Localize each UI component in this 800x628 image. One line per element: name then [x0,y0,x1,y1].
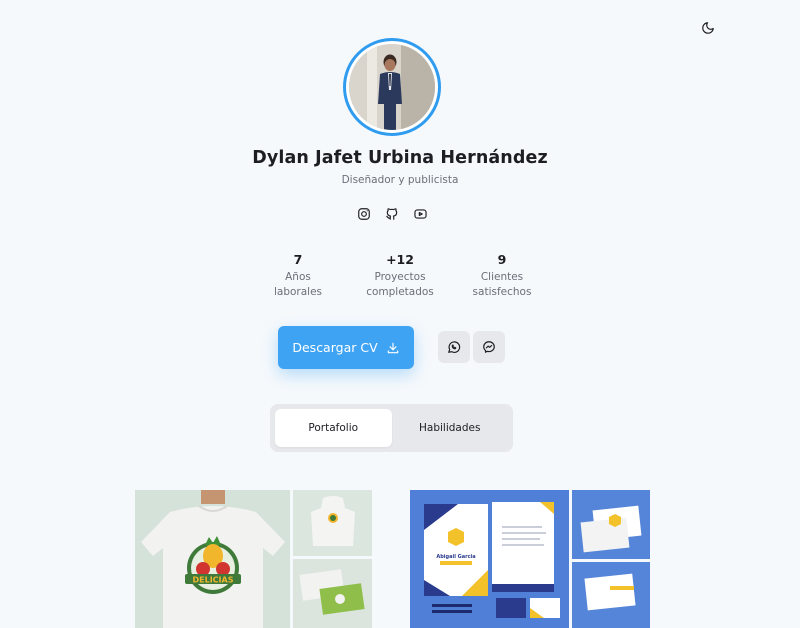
portfolio-item-delicias[interactable]: DELICIAS [135,490,372,628]
dark-mode-toggle[interactable] [697,17,719,39]
portfolio-thumbnail: Abigail Garcia [410,490,650,628]
download-icon [387,342,398,353]
youtube-link[interactable] [412,206,428,222]
youtube-icon [413,209,427,219]
instagram-link[interactable] [356,206,372,222]
avatar-photo [349,44,435,130]
stat-label: Clientes satisfechos [472,271,532,298]
whatsapp-icon [448,341,461,353]
moon-icon [702,22,714,34]
tab-portafolio[interactable]: Portafolio [275,409,392,447]
stat-value: 7 [293,252,303,267]
instagram-icon [358,208,370,220]
download-cv-label: Descargar CV [292,340,378,355]
stat-projects: +12 Proyectos completados [355,252,445,300]
stat-value: +12 [386,252,414,267]
stats-row: 7 Años laborales +12 Proyectos completad… [253,252,547,300]
stat-label: Proyectos completados [366,271,434,298]
portfolio-item-stationery[interactable]: Abigail Garcia [410,490,650,628]
tab-habilidades[interactable]: Habilidades [392,409,509,447]
social-links [356,205,428,223]
download-cv-button[interactable]: Descargar CV [278,326,414,369]
stat-years: 7 Años laborales [253,252,343,300]
github-icon [386,208,398,220]
portfolio-thumbnail: DELICIAS [135,490,372,628]
profile-role: Diseñador y publicista [341,174,459,186]
stat-value: 9 [497,252,507,267]
stat-label: Años laborales [273,271,323,298]
messenger-icon [483,341,495,353]
stat-clients: 9 Clientes satisfechos [457,252,547,300]
messenger-button[interactable] [473,331,505,363]
shirt-brand-text: DELICIAS [193,576,234,585]
profile-name: Dylan Jafet Urbina Hernández [252,148,548,168]
card-name-text: Abigail Garcia [436,554,475,560]
whatsapp-button[interactable] [438,331,470,363]
section-tabs: Portafolio Habilidades [270,404,513,452]
github-link[interactable] [384,206,400,222]
profile-avatar [343,38,441,136]
